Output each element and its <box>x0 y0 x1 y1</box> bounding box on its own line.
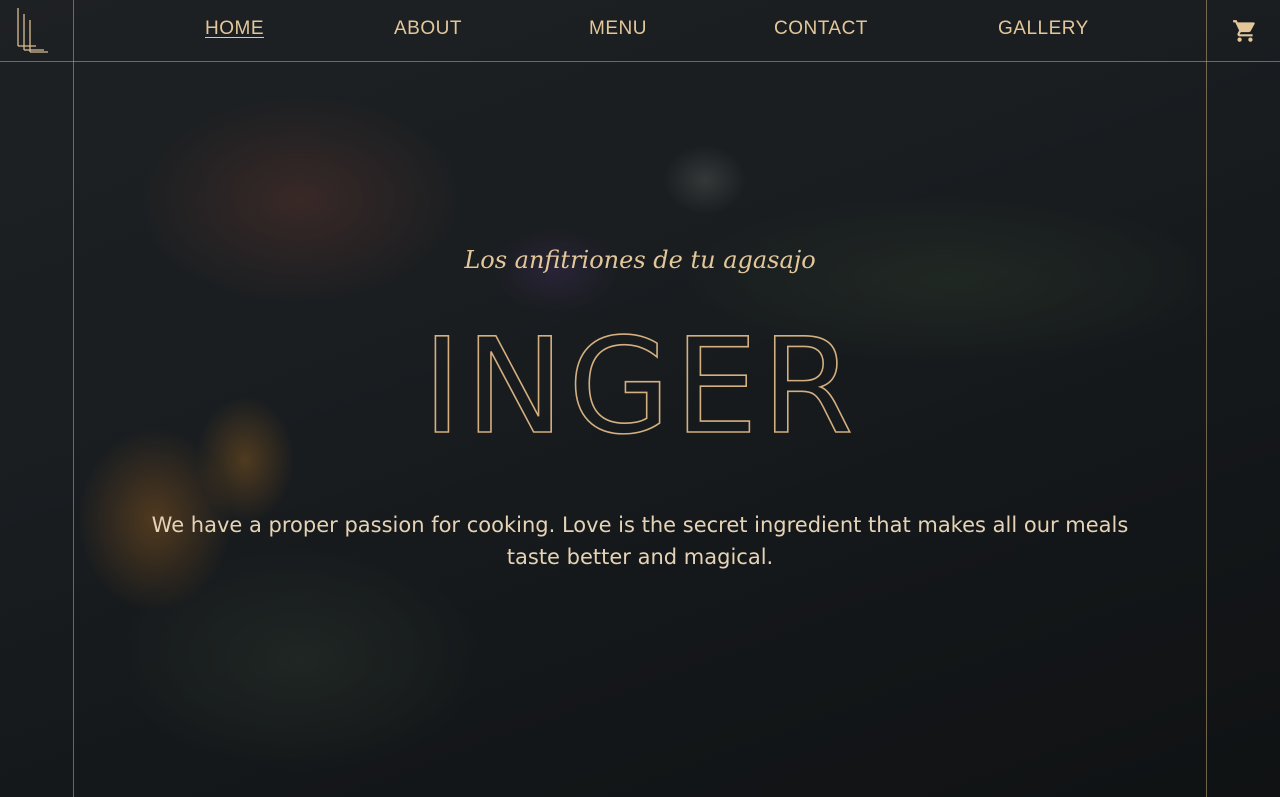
hero-tagline: Los anfitriones de tu agasajo <box>464 246 816 274</box>
nav-item-menu[interactable]: MENU <box>589 18 647 40</box>
nav-item-home[interactable]: HOME <box>205 18 264 40</box>
brand-title: INGER <box>422 309 857 460</box>
brand-title-text: INGER <box>422 310 857 460</box>
right-frame-line <box>1206 0 1207 797</box>
nav-item-about[interactable]: ABOUT <box>394 18 462 40</box>
main-nav: HOME ABOUT MENU CONTACT GALLERY <box>74 0 1206 61</box>
logo-icon[interactable] <box>14 6 50 54</box>
cart-icon[interactable] <box>1232 18 1258 44</box>
left-frame-line <box>73 0 74 797</box>
nav-item-gallery[interactable]: GALLERY <box>998 18 1089 40</box>
hero-description: We have a proper passion for cooking. Lo… <box>151 513 1129 569</box>
top-navigation-bar: HOME ABOUT MENU CONTACT GALLERY <box>0 0 1280 61</box>
header-divider <box>0 61 1280 62</box>
nav-item-contact[interactable]: CONTACT <box>774 18 868 40</box>
